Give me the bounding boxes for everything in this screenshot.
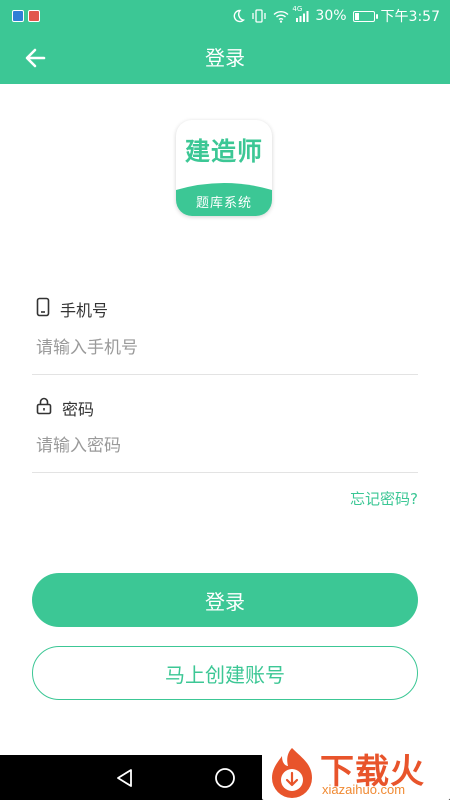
signal-type: 4G [292, 5, 303, 13]
triangle-back-icon[interactable] [111, 764, 139, 792]
battery-level [354, 12, 359, 20]
logo-subtitle: 题库系统 [195, 196, 252, 211]
app-bar: 登录 [0, 32, 450, 84]
phone-divider [32, 374, 418, 375]
status-time: 下午3:57 [380, 9, 440, 25]
create-account-button[interactable]: 马上创建账号 [32, 646, 418, 700]
wifi-icon [273, 10, 289, 23]
notification-icons [0, 10, 40, 22]
battery-icon [352, 10, 378, 22]
phone-label-text: 手机号 [60, 301, 109, 320]
forgot-password-link[interactable]: 忘记密码? [350, 488, 418, 509]
vibrate-icon [251, 9, 267, 23]
watermark-domain: xiazaihuo.com [322, 782, 406, 797]
password-input[interactable] [36, 428, 414, 464]
phone-input[interactable] [36, 330, 414, 366]
page-title: 登录 [205, 46, 245, 70]
status-bar: 4G 30% 下午3:57 [0, 0, 450, 32]
battery-percent: 30% [315, 8, 347, 24]
login-button-label: 登录 [205, 589, 245, 614]
watermark-badge: 下载火 xiazaihuo.com [262, 742, 450, 800]
create-account-button-label: 马上创建账号 [165, 662, 285, 687]
logo-brand-text: 建造师 [184, 137, 263, 166]
app-notification-icon [12, 10, 24, 22]
phone-field-label: 手机号 [36, 297, 108, 321]
circle-home-icon[interactable] [211, 764, 239, 792]
lock-icon [36, 397, 52, 419]
flame-download-icon [272, 748, 312, 798]
phone-icon [36, 297, 50, 321]
app-logo: 建造师 题库系统 [176, 120, 272, 216]
cellular-signal-icon: 4G [292, 5, 309, 22]
login-button[interactable]: 登录 [32, 573, 418, 627]
moon-icon [231, 9, 246, 23]
password-field-label: 密码 [36, 396, 94, 420]
password-label-text: 密码 [62, 400, 95, 419]
password-divider [32, 472, 418, 473]
book-notification-icon [28, 10, 40, 22]
